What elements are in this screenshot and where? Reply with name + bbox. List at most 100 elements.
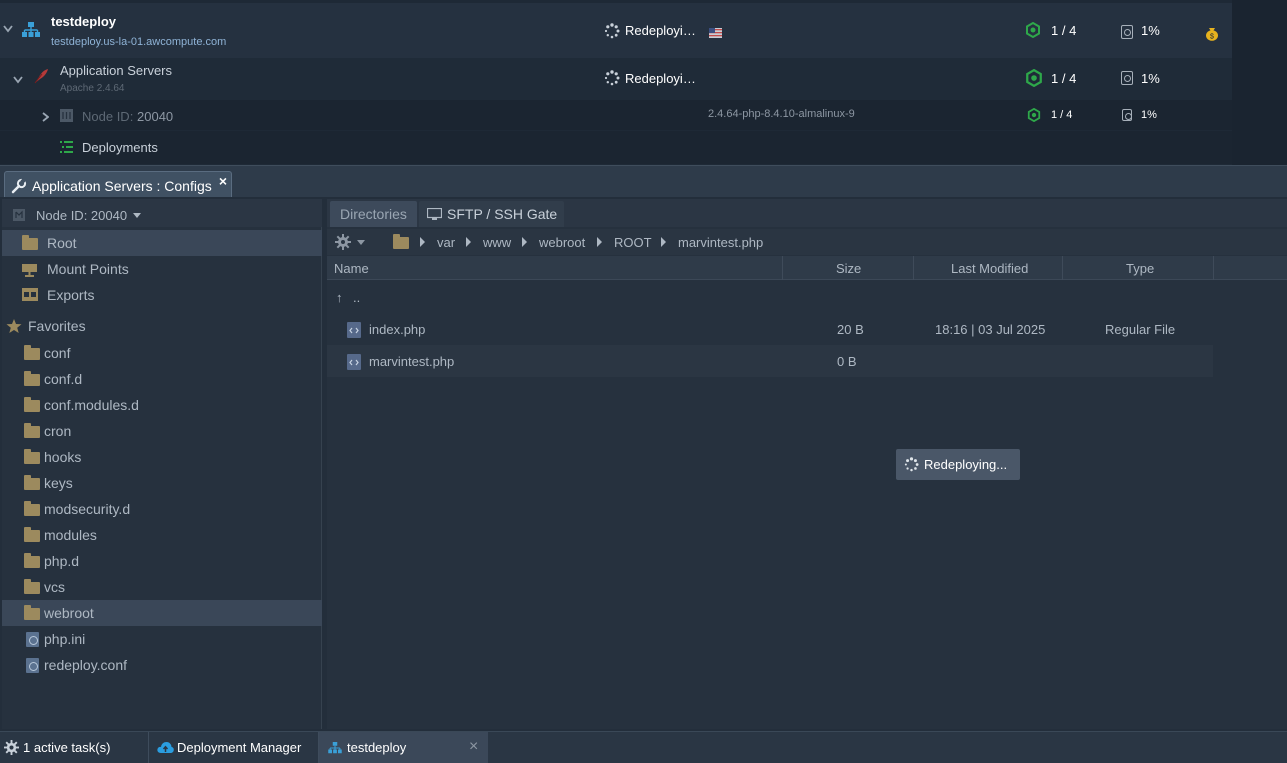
apache-feather-icon <box>33 68 49 87</box>
app-servers-chevron-icon[interactable] <box>13 75 23 87</box>
node-expand-chevron-icon[interactable] <box>42 110 50 125</box>
environment-name[interactable]: testdeploy <box>51 14 116 29</box>
deployments-label[interactable]: Deployments <box>82 140 158 155</box>
svg-text:$: $ <box>1210 34 1214 41</box>
php-file-icon <box>347 322 361 341</box>
environment-cloudlets: 1 / 4 <box>1051 23 1077 38</box>
node-row[interactable]: Node ID: 20040 2.4.64-php-8.4.10-almalin… <box>0 100 1232 130</box>
column-divider <box>913 256 914 280</box>
breadcrumb-separator-icon <box>597 237 602 247</box>
exports-icon <box>22 288 38 304</box>
environment-row[interactable]: testdeploy testdeploy.us-la-01.awcompute… <box>0 3 1232 58</box>
node-image-tag: 2.4.64-php-8.4.10-almalinux-9 <box>708 108 855 120</box>
favorites-label: Favorites <box>28 318 86 334</box>
favorite-item-label: redeploy.conf <box>44 657 128 673</box>
node-id-prefix: Node ID: <box>82 109 134 124</box>
config-file-icon <box>26 632 39 647</box>
favorite-item[interactable]: conf.d <box>2 366 322 392</box>
billing-bag-icon[interactable]: $ <box>1205 25 1219 44</box>
configs-window-title: Application Servers : Configs <box>32 178 212 194</box>
breadcrumb-segment[interactable]: ROOT <box>614 235 652 250</box>
breadcrumb-segment[interactable]: var <box>437 235 455 250</box>
tree-item-label: Exports <box>47 287 95 303</box>
node-selector-server-icon <box>13 209 25 224</box>
parent-directory-row[interactable]: ↑ .. <box>327 281 1213 313</box>
close-testdeploy-tab-button[interactable]: × <box>469 738 478 756</box>
file-grid-header: Name Size Last Modified Type <box>327 256 1287 280</box>
file-row[interactable]: marvintest.php 0 B <box>327 345 1213 377</box>
app-servers-disk-usage: 1% <box>1141 71 1160 86</box>
breadcrumb-separator-icon <box>661 237 666 247</box>
file-row[interactable]: index.php 20 B 18:16 | 03 Jul 2025 Regular … <box>327 313 1213 345</box>
favorite-item[interactable]: modsecurity.d <box>2 496 322 522</box>
tree-item-mount-points[interactable]: Mount Points <box>2 256 322 282</box>
collapse-chevron-icon[interactable] <box>3 24 13 36</box>
testdeploy-task-tab[interactable]: testdeploy × <box>319 732 488 763</box>
tree-item-root[interactable]: Root <box>2 230 322 256</box>
app-servers-status: Redeployi… <box>625 71 696 86</box>
favorite-item[interactable]: php.ini <box>2 626 322 652</box>
file-modified: 18:16 | 03 Jul 2025 <box>935 322 1046 337</box>
favorite-item-label: cron <box>44 423 72 439</box>
favorites-header[interactable]: Favorites <box>2 313 322 339</box>
folder-icon <box>24 371 40 386</box>
environment-domain-link[interactable]: testdeploy.us-la-01.awcompute.com <box>51 36 226 48</box>
folder-icon <box>24 527 40 542</box>
monitor-icon <box>426 207 443 223</box>
breadcrumb-root-folder-icon[interactable] <box>393 234 409 249</box>
favorite-item[interactable]: conf <box>2 340 322 366</box>
folder-icon <box>24 397 40 412</box>
active-tasks-button[interactable]: 1 active task(s) <box>0 732 148 763</box>
node-cloudlets: 1 / 4 <box>1051 109 1073 121</box>
folder-icon <box>24 553 40 568</box>
column-divider <box>1062 256 1063 280</box>
php-file-icon <box>347 354 361 373</box>
node-cloudlets-icon <box>1027 107 1041 125</box>
favorite-item[interactable]: php.d <box>2 548 322 574</box>
favorite-item-label: modules <box>44 527 97 543</box>
folder-icon <box>24 475 40 490</box>
tab-directories[interactable]: Directories <box>330 201 417 227</box>
favorite-item-label: hooks <box>44 449 82 465</box>
cloudlets-hex-icon <box>1025 21 1041 41</box>
file-type: Regular File <box>1105 322 1176 337</box>
close-configs-button[interactable]: × <box>219 173 227 189</box>
favorite-item-label: conf <box>44 345 71 361</box>
breadcrumb-segment[interactable]: webroot <box>539 235 585 250</box>
column-header-modified[interactable]: Last Modified <box>951 261 1028 276</box>
configs-window-tab[interactable]: Application Servers : Configs × <box>4 171 232 198</box>
breadcrumb-segment[interactable]: marvintest.php <box>678 235 763 250</box>
deployments-list-icon <box>60 141 73 156</box>
app-servers-title[interactable]: Application Servers <box>60 63 172 78</box>
favorite-item[interactable]: redeploy.conf <box>2 652 322 678</box>
favorite-item[interactable]: conf.modules.d <box>2 392 322 418</box>
column-header-size[interactable]: Size <box>836 261 861 276</box>
tree-item-label: Mount Points <box>47 261 129 277</box>
environment-list: testdeploy testdeploy.us-la-01.awcompute… <box>0 0 1287 165</box>
file-name: marvintest.php <box>369 354 455 369</box>
favorite-item[interactable]: hooks <box>2 444 322 470</box>
gear-menu-caret-icon[interactable] <box>357 240 365 245</box>
breadcrumb-segment[interactable]: www <box>483 235 511 250</box>
app-servers-row[interactable]: Application Servers Apache 2.4.64 Redepl… <box>0 58 1232 100</box>
favorite-item-label: php.d <box>44 553 80 569</box>
favorite-item[interactable]: vcs <box>2 574 322 600</box>
favorite-item-label: php.ini <box>44 631 86 647</box>
cloud-upload-icon <box>157 741 174 757</box>
deployment-manager-button[interactable]: Deployment Manager <box>149 732 317 763</box>
breadcrumb-separator-icon <box>522 237 527 247</box>
favorite-item[interactable]: cron <box>2 418 322 444</box>
favorite-item[interactable]: keys <box>2 470 322 496</box>
environment-disk-usage: 1% <box>1141 23 1160 38</box>
tree-item-exports[interactable]: Exports <box>2 282 322 308</box>
column-header-type[interactable]: Type <box>1126 261 1154 276</box>
gear-menu-icon[interactable] <box>335 234 351 253</box>
favorite-item[interactable]: modules <box>2 522 322 548</box>
tab-sftp-ssh-gate[interactable]: SFTP / SSH Gate <box>419 201 564 227</box>
disk-icon <box>1121 25 1133 39</box>
favorite-item[interactable]: webroot <box>2 600 322 626</box>
deployments-row[interactable]: Deployments <box>0 131 1232 164</box>
us-flag-icon <box>709 26 722 41</box>
column-header-name[interactable]: Name <box>334 261 369 276</box>
node-selector-dropdown[interactable]: Node ID: 20040 <box>2 199 322 227</box>
